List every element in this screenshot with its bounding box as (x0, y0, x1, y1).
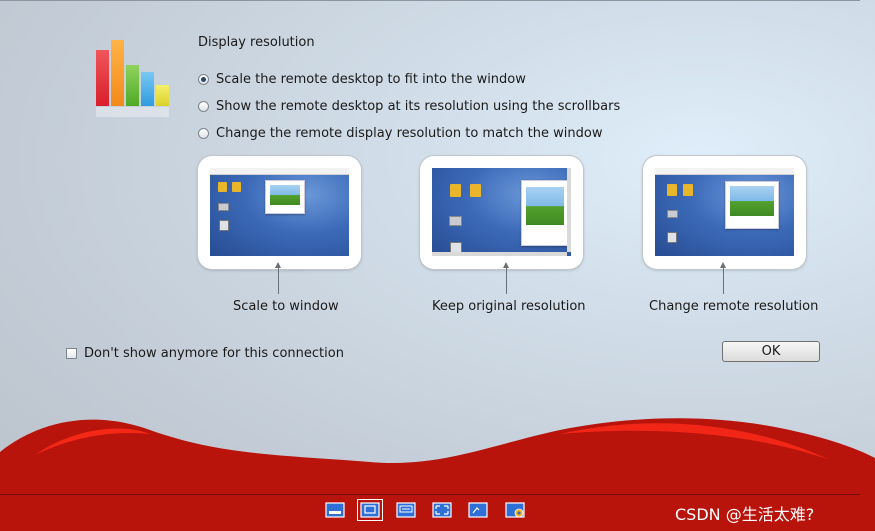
trash-icon (667, 232, 677, 243)
checkbox[interactable] (66, 348, 77, 359)
scale-to-window-icon[interactable] (357, 499, 383, 521)
caption-scale-to-window: Scale to window (233, 299, 339, 314)
folder-icon (667, 184, 677, 196)
drive-icon (218, 203, 229, 211)
desktop-preview (432, 168, 571, 256)
desktop-preview (655, 168, 794, 256)
image-icon (526, 187, 564, 225)
desktop-icon[interactable] (468, 502, 488, 518)
option-label: Change the remote display resolution to … (216, 126, 603, 141)
dont-show-again-checkbox[interactable]: Don't show anymore for this connection (66, 346, 344, 361)
bottom-divider (0, 494, 860, 495)
radio-button[interactable] (198, 101, 209, 112)
caption-keep-original-resolution: Keep original resolution (432, 299, 586, 314)
preview-keep-original-resolution[interactable] (420, 156, 583, 269)
settings-icon[interactable] (505, 502, 525, 518)
vertical-scrollbar[interactable] (567, 168, 571, 252)
pointer-arrow-icon (275, 262, 281, 294)
image-icon (730, 186, 774, 216)
menu-bar (210, 168, 349, 175)
trash-icon (219, 220, 229, 231)
radio-button[interactable] (198, 74, 209, 85)
window-preview (521, 180, 569, 246)
pointer-arrow-icon (720, 262, 726, 294)
drive-icon (667, 210, 678, 218)
horizontal-scrollbar[interactable] (432, 252, 567, 256)
checkbox-label: Don't show anymore for this connection (84, 346, 344, 361)
option-label: Show the remote desktop at its resolutio… (216, 99, 621, 114)
option-keep-original-resolution[interactable]: Show the remote desktop at its resolutio… (198, 99, 620, 114)
desktop-preview (210, 168, 349, 256)
folder-icon (683, 184, 693, 196)
drive-icon (449, 216, 462, 226)
folder-icon (232, 182, 241, 192)
keyboard-icon[interactable] (396, 502, 416, 518)
menu-bar (655, 168, 794, 175)
window-preview (725, 181, 779, 229)
ok-button[interactable]: OK (722, 341, 820, 362)
preview-change-remote-resolution[interactable] (643, 156, 806, 269)
folder-icon (470, 184, 481, 197)
option-scale-to-window[interactable]: Scale the remote desktop to fit into the… (198, 72, 526, 87)
fullscreen-icon[interactable] (432, 502, 452, 518)
caption-change-remote-resolution: Change remote resolution (649, 299, 819, 314)
folder-icon (450, 184, 461, 197)
top-divider (0, 0, 860, 1)
image-icon (270, 185, 300, 205)
app-logo-icon (96, 40, 169, 117)
option-change-remote-resolution[interactable]: Change the remote display resolution to … (198, 126, 602, 141)
radio-button[interactable] (198, 128, 209, 139)
pointer-arrow-icon (503, 262, 509, 294)
option-label: Scale the remote desktop to fit into the… (216, 72, 526, 87)
folder-icon (218, 182, 227, 192)
window-icon[interactable] (325, 502, 345, 518)
window-preview (265, 180, 305, 214)
watermark-text: CSDN @生活太难? (675, 505, 815, 524)
section-heading: Display resolution (198, 35, 315, 50)
preview-scale-to-window[interactable] (198, 156, 361, 269)
